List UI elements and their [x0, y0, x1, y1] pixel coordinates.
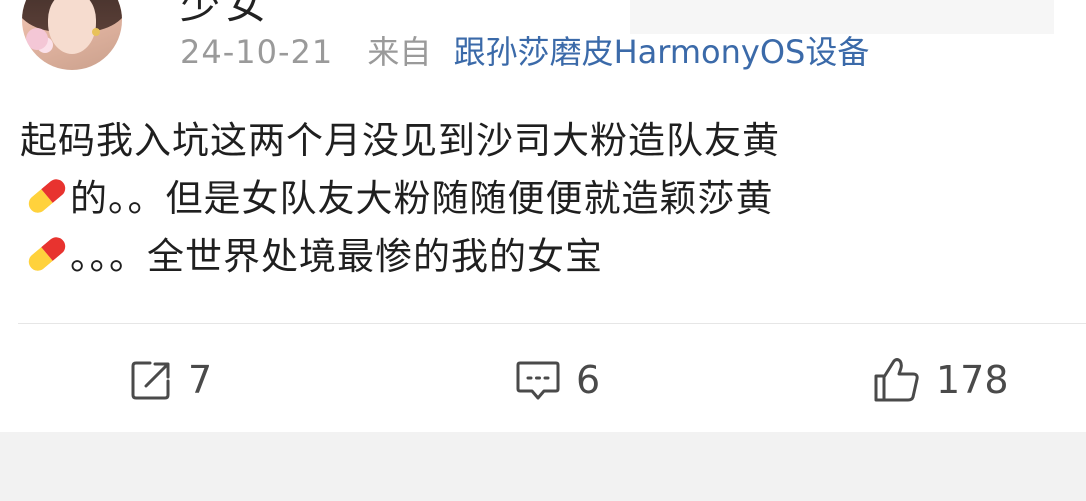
- repost-button[interactable]: 7: [128, 350, 212, 410]
- username[interactable]: 少女: [180, 0, 272, 30]
- avatar[interactable]: [22, 0, 122, 70]
- like-count: 178: [936, 358, 1009, 402]
- source-device-link[interactable]: 跟孙莎磨皮HarmonyOS设备: [454, 33, 870, 71]
- thumbs-up-icon: [872, 356, 922, 404]
- avatar-face: [48, 0, 96, 54]
- comment-button[interactable]: 6: [514, 350, 600, 410]
- post-line-2-text: 的。。但是女队友大粉随随便便就造颖莎黄: [70, 177, 774, 220]
- meta-background-strip: [630, 0, 1054, 34]
- avatar-flower: [26, 28, 48, 50]
- comment-count: 6: [576, 358, 601, 402]
- avatar-earring: [92, 28, 100, 36]
- pill-emoji: [20, 174, 69, 220]
- post-line-3-text: 。。。全世界处境最惨的我的女宝: [70, 235, 603, 278]
- post-card: 少女 24-10-21 来自 跟孙莎磨皮HarmonyOS设备 起码我入坑这两个…: [0, 0, 1086, 432]
- pill-emoji: [20, 232, 69, 278]
- share-icon: [128, 357, 174, 403]
- source-label: 来自: [367, 33, 432, 71]
- post-line-3: 。。。全世界处境最惨的我的女宝: [20, 228, 1060, 286]
- divider: [18, 323, 1086, 324]
- post-line-1: 起码我入坑这两个月没见到沙司大粉造队友黄: [20, 119, 780, 162]
- post-meta: 24-10-21 来自 跟孙莎磨皮HarmonyOS设备: [180, 30, 869, 74]
- comment-icon: [514, 357, 562, 403]
- post-date: 24-10-21: [180, 33, 334, 71]
- post-content: 起码我入坑这两个月没见到沙司大粉造队友黄 的。。但是女队友大粉随随便便就造颖莎黄…: [20, 112, 1060, 286]
- repost-count: 7: [188, 358, 213, 402]
- like-button[interactable]: 178: [872, 350, 1009, 410]
- post-line-2: 的。。但是女队友大粉随随便便就造颖莎黄: [20, 170, 1060, 228]
